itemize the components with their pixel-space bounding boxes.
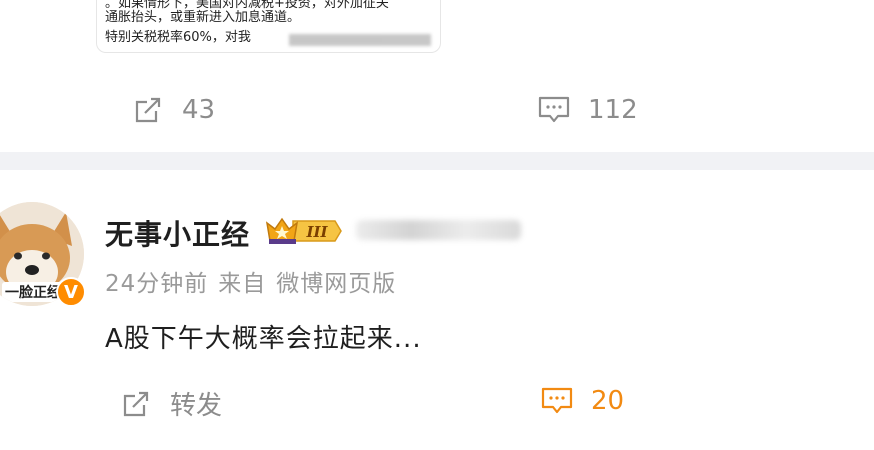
comment-button[interactable]: 20 xyxy=(541,385,624,417)
repost-label: 转发 xyxy=(170,391,223,421)
post-meta: 24分钟前 来自 微博网页版 xyxy=(105,264,406,298)
comment-count: 20 xyxy=(591,386,625,416)
share-icon xyxy=(123,391,149,416)
comment-count: 112 xyxy=(588,95,638,125)
feed-separator xyxy=(0,152,874,170)
post-time[interactable]: 24分钟前 xyxy=(105,271,208,297)
username[interactable]: 无事小正经 xyxy=(105,213,250,253)
comment-icon xyxy=(541,387,573,414)
crown-icon: III xyxy=(265,217,342,244)
blurred-text xyxy=(289,34,431,46)
verified-badge: V xyxy=(56,277,86,307)
badge-level: III xyxy=(305,223,328,241)
comment-icon xyxy=(538,96,570,123)
repost-button[interactable]: 转发 xyxy=(120,385,222,422)
repost-button[interactable]: 43 xyxy=(132,94,215,126)
quote-line-3: 特别关税税率60%，对我 xyxy=(105,30,251,45)
source-prefix: 来自 xyxy=(218,271,267,297)
blurred-info xyxy=(356,220,521,240)
repost-count: 43 xyxy=(182,95,216,125)
vip-crown-badge[interactable]: III xyxy=(265,215,345,251)
quoted-content-card[interactable]: 。如果情形下，美国对内减税+投资，对外加征关 通胀抬头，或重新进入加息通道。 特… xyxy=(96,0,441,53)
post-source[interactable]: 微博网页版 xyxy=(276,271,396,297)
post-text: A股下午大概率会拉起来... xyxy=(105,324,422,354)
share-icon xyxy=(135,97,161,123)
avatar-caption: 一脸正经 xyxy=(2,282,64,302)
quote-line-2: 通胀抬头，或重新进入加息通道。 xyxy=(105,10,301,25)
comment-button[interactable]: 112 xyxy=(538,94,638,126)
